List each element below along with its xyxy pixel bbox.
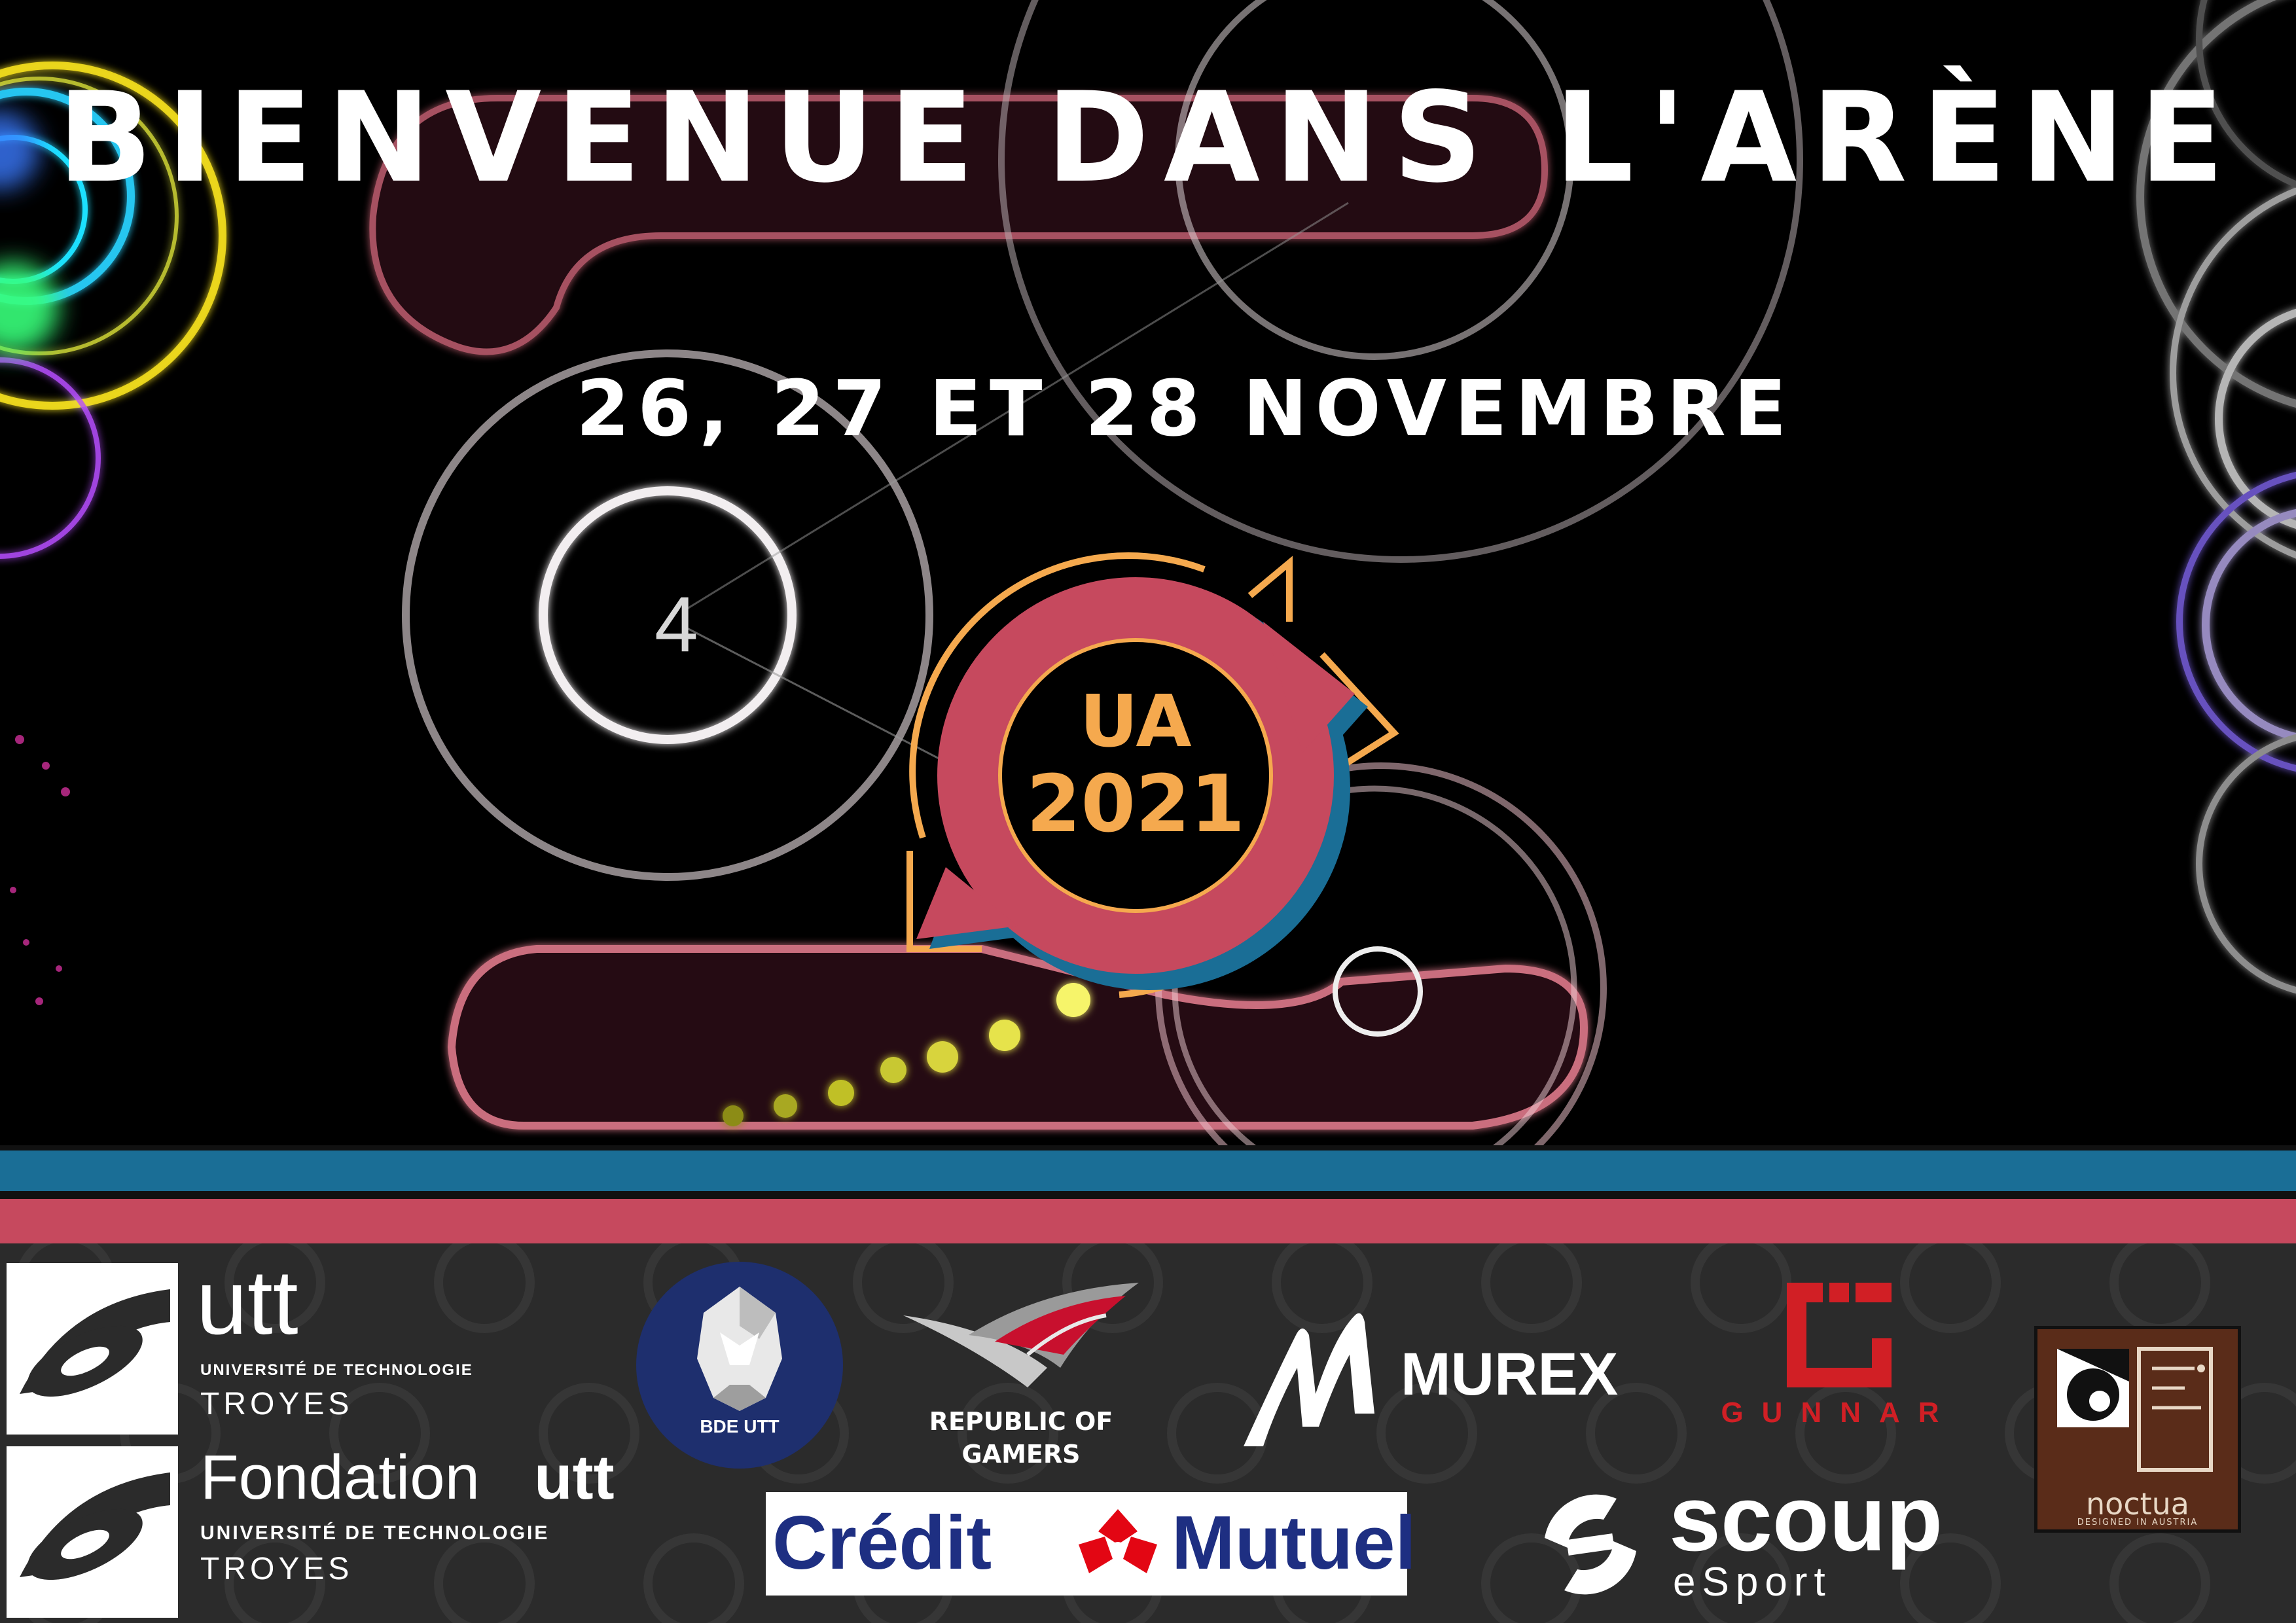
- divider-dark-middle: [0, 1191, 2296, 1199]
- event-poster: 4 BIENVENUE DANS L'ARÈNE 26, 27 ET 28 NO…: [0, 0, 2296, 1623]
- fondation-name-suffix: utt: [534, 1442, 615, 1512]
- utt-name: utt: [196, 1251, 298, 1353]
- murex-m-icon: [1244, 1313, 1374, 1446]
- sponsor-bde-utt: BDE UTT: [635, 1260, 844, 1470]
- sponsor-murex: MUREX: [1237, 1296, 1643, 1453]
- event-title: Bienvenue dans l'arène: [57, 65, 2239, 210]
- sponsor-republic-of-gamers: REPUBLIC OF GAMERS: [897, 1276, 1145, 1472]
- rog-line1: REPUBLIC OF: [929, 1407, 1113, 1436]
- bde-label: BDE UTT: [700, 1416, 780, 1436]
- fondation-name-prefix: Fondation: [200, 1442, 480, 1512]
- gunnar-frame-icon: [1787, 1283, 1892, 1387]
- fondation-eye-icon: [7, 1446, 178, 1618]
- bde-lion-icon: [636, 1262, 843, 1469]
- scoup-subtitle: eSport: [1673, 1560, 1832, 1605]
- sponsor-utt: utt UNIVERSITÉ DE TECHNOLOGIE TROYES: [7, 1257, 504, 1435]
- sponsor-fondation-utt: Fondation utt UNIVERSITÉ DE TECHNOLOGIE …: [7, 1446, 622, 1623]
- credit-mutuel-icon: [1079, 1509, 1157, 1573]
- utt-city: TROYES: [200, 1387, 353, 1421]
- scoup-name: scoup: [1669, 1467, 1943, 1571]
- rog-eye-icon: [903, 1283, 1139, 1387]
- divider-pink-stripe: [0, 1199, 2296, 1243]
- rog-line2: GAMERS: [961, 1440, 1081, 1469]
- sponsor-gunnar: GUNNAR: [1676, 1276, 2003, 1446]
- noctua-subtitle: DESIGNED IN AUSTRIA: [2077, 1518, 2198, 1527]
- noctua-label: noctua: [2086, 1486, 2189, 1522]
- fondation-city: TROYES: [200, 1552, 353, 1586]
- background-number: 4: [655, 580, 698, 668]
- divider-dark-top: [0, 1145, 2296, 1150]
- logo-line-year: 2021: [1026, 759, 1245, 850]
- sponsor-band: utt UNIVERSITÉ DE TECHNOLOGIE TROYES Fon…: [0, 1243, 2296, 1623]
- sponsor-scoup-esport: scoup eSport: [1518, 1472, 1944, 1623]
- scoup-s-icon: [1545, 1494, 1636, 1595]
- noctua-owl-icon: [2057, 1347, 2213, 1472]
- fondation-subtitle: UNIVERSITÉ DE TECHNOLOGIE: [200, 1522, 550, 1544]
- credit-mutuel-word2: Mutuel: [1172, 1500, 1416, 1585]
- ua-logo-emblem: UA 2021: [906, 552, 1399, 998]
- sponsor-noctua: noctua DESIGNED IN AUSTRIA: [2034, 1326, 2241, 1533]
- credit-mutuel-word1: Crédit: [772, 1500, 992, 1585]
- murex-label: MUREX: [1401, 1341, 1619, 1408]
- divider-blue-stripe: [0, 1150, 2296, 1191]
- sponsor-credit-mutuel: Crédit Mutuel: [766, 1492, 1416, 1596]
- event-dates: 26, 27 et 28 novembre: [576, 363, 1795, 454]
- ua-2021-logo: UA 2021: [870, 537, 1420, 1008]
- utt-eye-icon: [7, 1263, 178, 1435]
- logo-line-ua: UA: [1079, 679, 1191, 763]
- utt-subtitle: UNIVERSITÉ DE TECHNOLOGIE: [200, 1361, 473, 1379]
- gunnar-label: GUNNAR: [1721, 1397, 1958, 1429]
